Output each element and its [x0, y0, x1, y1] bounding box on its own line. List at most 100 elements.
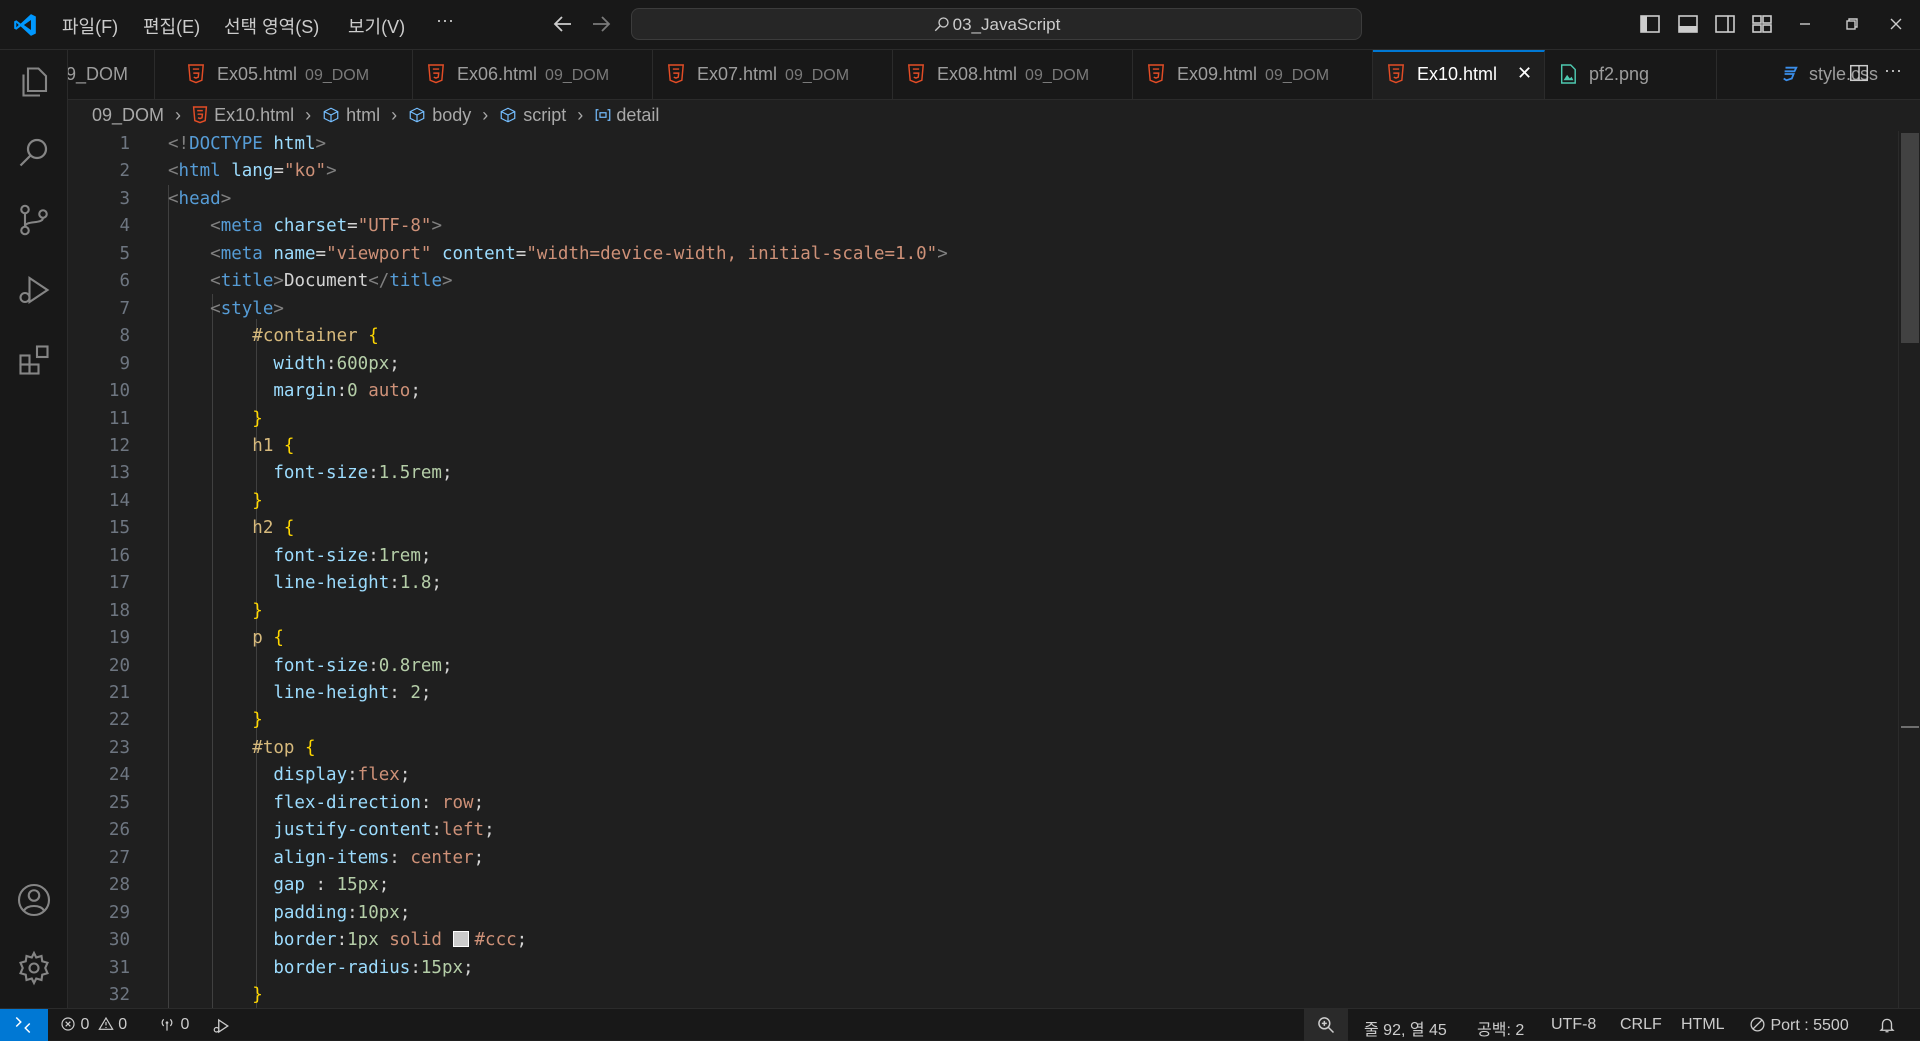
restore-icon[interactable]: [1839, 12, 1863, 36]
live-server-port[interactable]: Port : 5500: [1749, 1016, 1849, 1035]
tab-ex07[interactable]: Ex07.html 09_DOM: [653, 50, 893, 99]
code-text: font-size:1rem;: [168, 546, 431, 566]
code-token: >: [315, 134, 327, 154]
code-line[interactable]: 6 <title>Document</title>: [68, 268, 1888, 295]
problems-indicator[interactable]: 0 0: [60, 1016, 127, 1034]
indentation[interactable]: 공백: 2: [1477, 1016, 1524, 1040]
code-line[interactable]: 25 flex-direction: row;: [68, 790, 1888, 817]
code-line[interactable]: 32 }: [68, 982, 1888, 1008]
end-of-line[interactable]: CRLF: [1620, 1016, 1662, 1034]
breadcrumb-html[interactable]: html: [346, 105, 380, 125]
code-line[interactable]: 4 <meta charset="UTF-8">: [68, 213, 1888, 240]
minimize-icon[interactable]: [1793, 12, 1817, 36]
code-line[interactable]: 28 gap : 15px;: [68, 872, 1888, 899]
code-line[interactable]: 3 <head>: [68, 186, 1888, 213]
breadcrumb-folder[interactable]: 09_DOM: [92, 105, 164, 125]
code-line[interactable]: 9 width:600px;: [68, 351, 1888, 378]
vscode-logo-icon[interactable]: [12, 12, 38, 38]
menu-selection[interactable]: 선택 영역(S): [224, 13, 319, 39]
code-line[interactable]: 18 }: [68, 598, 1888, 625]
toggle-primary-sidebar-icon[interactable]: [1638, 12, 1662, 36]
editor-scrollbar[interactable]: [1898, 131, 1920, 1008]
forward-arrow-icon[interactable]: [589, 12, 613, 36]
tab-ex09[interactable]: Ex09.html 09_DOM: [1133, 50, 1373, 99]
menu-edit[interactable]: 편집(E): [143, 13, 200, 39]
tab-label: Ex10.html: [1417, 64, 1498, 84]
color-swatch[interactable]: [452, 931, 469, 948]
source-control-icon[interactable]: [16, 202, 52, 238]
ports-indicator[interactable]: 0: [158, 1016, 189, 1034]
code-line[interactable]: 27 align-items: center;: [68, 845, 1888, 872]
back-arrow-icon[interactable]: [551, 12, 575, 36]
code-token: #top: [252, 737, 305, 758]
account-icon[interactable]: [16, 882, 52, 918]
toggle-panel-icon[interactable]: [1676, 12, 1700, 36]
code-line[interactable]: 22 }: [68, 707, 1888, 734]
tab-pf2-png[interactable]: pf2.png: [1545, 50, 1717, 99]
code-line[interactable]: 23 #top {: [68, 735, 1888, 762]
breadcrumb-detail[interactable]: detail: [616, 105, 659, 125]
explorer-icon[interactable]: [16, 64, 52, 100]
tab-close-icon[interactable]: ✕: [1517, 63, 1532, 84]
cursor-position[interactable]: 줄 92, 열 45: [1364, 1016, 1447, 1040]
code-line[interactable]: 29 padding:10px;: [68, 900, 1888, 927]
run-debug-icon[interactable]: [16, 272, 52, 308]
line-number: 21: [108, 683, 130, 703]
code-line[interactable]: 26 justify-content:left;: [68, 817, 1888, 844]
menu-view[interactable]: 보기(V): [348, 13, 405, 39]
menu-file[interactable]: 파일(F): [62, 13, 118, 39]
code-token: width: [273, 353, 327, 374]
code-line[interactable]: 14 }: [68, 488, 1888, 515]
tab-ex10-active[interactable]: Ex10.html ✕: [1373, 50, 1545, 99]
code-token: <: [168, 188, 179, 209]
code-line[interactable]: 5 <meta name="viewport" content="width=d…: [68, 241, 1888, 268]
zoom-indicator[interactable]: [1304, 1009, 1348, 1041]
search-icon[interactable]: [16, 134, 52, 170]
code-line[interactable]: 24 display:flex;: [68, 762, 1888, 789]
notifications-bell-icon[interactable]: [1878, 1016, 1896, 1034]
code-line[interactable]: 19 p {: [68, 625, 1888, 652]
settings-gear-icon[interactable]: [16, 950, 52, 986]
tab-ex06[interactable]: Ex06.html 09_DOM: [413, 50, 653, 99]
encoding[interactable]: UTF-8: [1551, 1016, 1596, 1034]
breadcrumb-file[interactable]: Ex10.html: [214, 105, 294, 125]
split-editor-icon[interactable]: [1848, 62, 1870, 84]
remote-indicator[interactable]: [0, 1009, 48, 1041]
code-line[interactable]: 12 h1 {: [68, 433, 1888, 460]
code-line[interactable]: 7 <style>: [68, 296, 1888, 323]
run-live-share-icon[interactable]: [212, 1017, 230, 1035]
customize-layout-icon[interactable]: [1750, 12, 1774, 36]
extensions-icon[interactable]: [16, 342, 52, 378]
code-line[interactable]: 15 h2 {: [68, 515, 1888, 542]
code-line[interactable]: 1 <!DOCTYPE html>: [68, 131, 1888, 158]
tab-09-dom[interactable]: 9_DOM: [68, 50, 155, 99]
menu-more[interactable]: ···: [436, 10, 454, 31]
code-line[interactable]: 31 border-radius:15px;: [68, 955, 1888, 982]
code-line[interactable]: 30 border:1px solid #ccc;: [68, 927, 1888, 954]
code-line[interactable]: 10 margin:0 auto;: [68, 378, 1888, 405]
more-actions-icon[interactable]: ···: [1884, 60, 1902, 81]
code-line[interactable]: 21 line-height: 2;: [68, 680, 1888, 707]
code-line[interactable]: 11 }: [68, 406, 1888, 433]
code-line[interactable]: 17 line-height:1.8;: [68, 570, 1888, 597]
language-mode[interactable]: HTML: [1681, 1016, 1725, 1034]
toggle-secondary-sidebar-icon[interactable]: [1713, 12, 1737, 36]
code-line[interactable]: 8 #container {: [68, 323, 1888, 350]
tab-ex08[interactable]: Ex08.html 09_DOM: [893, 50, 1133, 99]
scrollbar-thumb[interactable]: [1901, 133, 1919, 343]
breadcrumb-body[interactable]: body: [432, 105, 471, 125]
code-editor[interactable]: 1 <!DOCTYPE html> 2 <html lang="ko"> 3 <head>…: [68, 131, 1898, 1008]
code-token: content: [442, 243, 516, 264]
tab-ex05[interactable]: Ex05.html 09_DOM: [173, 50, 413, 99]
breadcrumb-script[interactable]: script: [523, 105, 566, 125]
code-line[interactable]: 2 <html lang="ko">: [68, 158, 1888, 185]
code-token: style: [220, 298, 274, 319]
close-window-icon[interactable]: [1884, 12, 1908, 36]
command-center[interactable]: 03_JavaScript: [631, 8, 1362, 40]
code-token: ;: [441, 463, 453, 484]
code-line[interactable]: 13 font-size:1.5rem;: [68, 460, 1888, 487]
code-line[interactable]: 16 font-size:1rem;: [68, 543, 1888, 570]
code-line[interactable]: 20 font-size:0.8rem;: [68, 653, 1888, 680]
